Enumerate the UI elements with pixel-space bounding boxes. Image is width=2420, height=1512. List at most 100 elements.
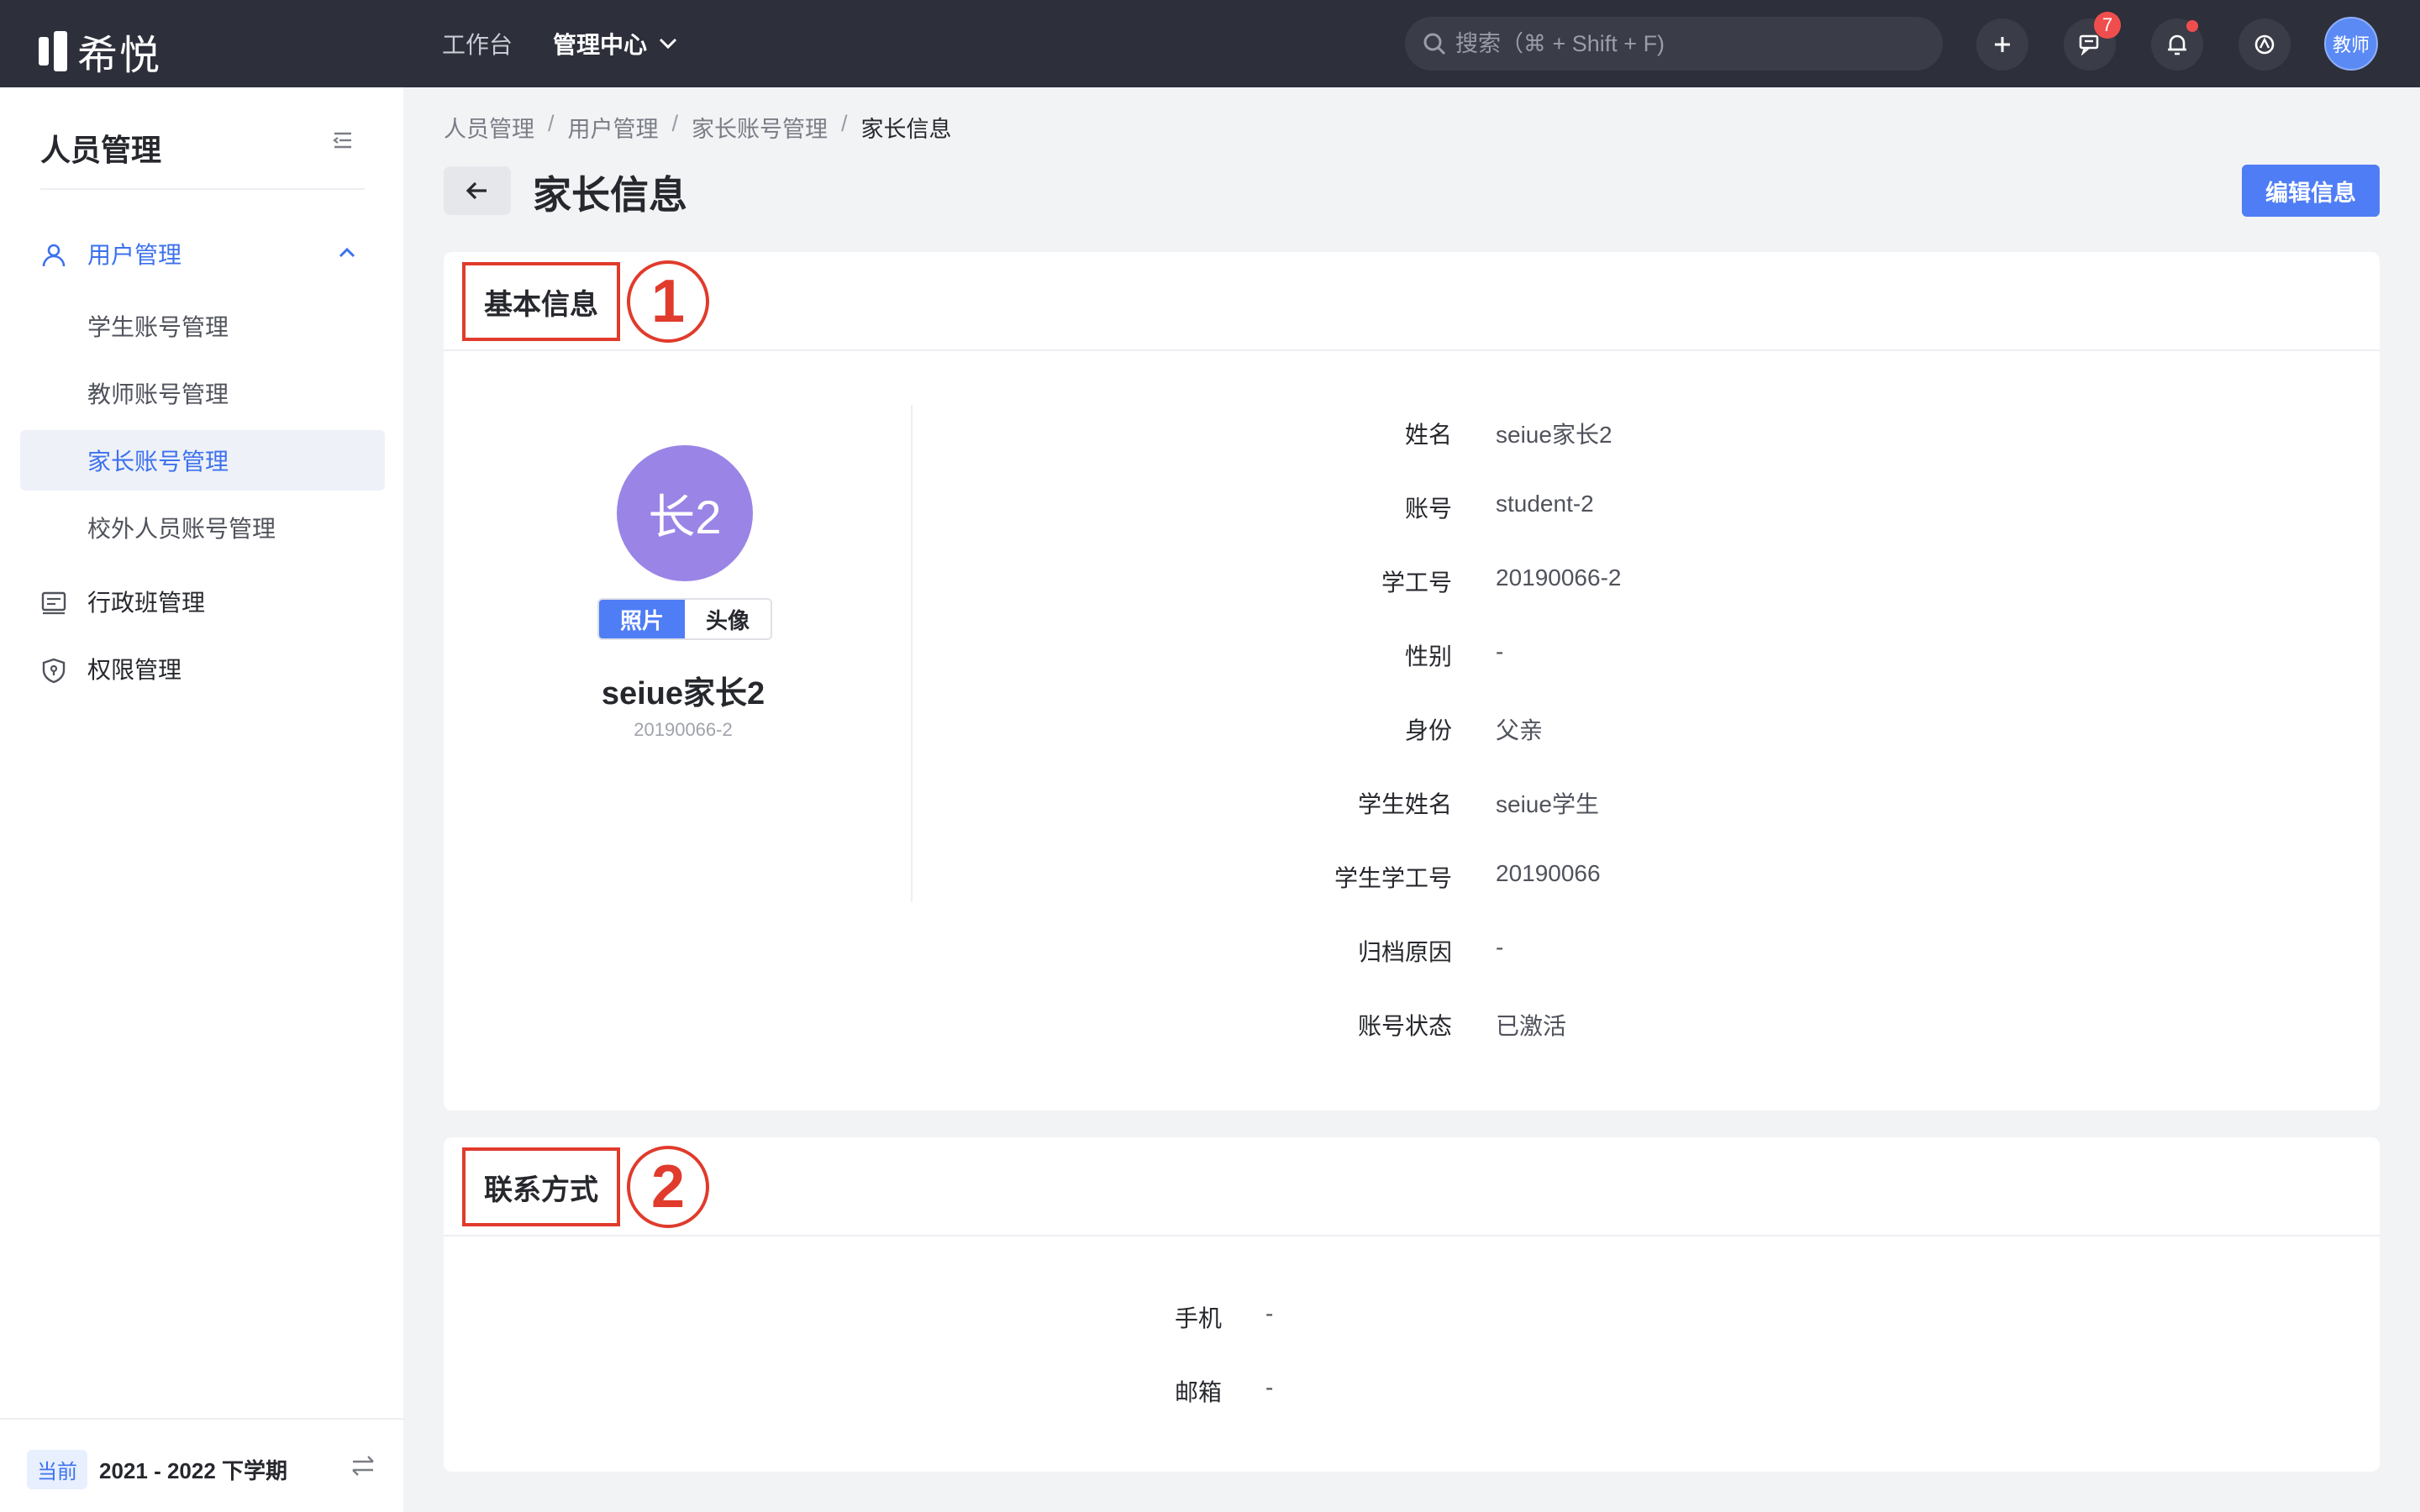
breadcrumb-separator: / (548, 111, 555, 136)
contact-info-header: 联系方式 2 (444, 1137, 2380, 1236)
back-button[interactable] (444, 166, 511, 215)
notification-dot (2186, 20, 2198, 32)
sidebar: 人员管理 用户管理 学生账号管理 教师账号管理 家长账号管理 校外人员账号管理 … (0, 87, 403, 1512)
arrow-left-icon (466, 181, 487, 200)
plus-icon (1995, 37, 2010, 52)
profile-name: seiue家长2 (601, 676, 765, 711)
sidebar-item-label: 用户管理 (87, 242, 182, 268)
photo-tab[interactable]: 照片 (599, 600, 685, 638)
field-label: 性别 (1404, 643, 1452, 669)
logo-icon (39, 31, 67, 71)
chevron-up-icon (339, 247, 355, 258)
field-value: 20190066-2 (1496, 564, 1622, 591)
term-selector[interactable]: 当前 2021 - 2022 下学期 (27, 1450, 287, 1489)
add-button[interactable] (1976, 18, 2028, 71)
collapse-sidebar-button[interactable] (331, 129, 355, 155)
field-label: 账号状态 (1357, 1013, 1452, 1039)
field-label: 手机 (1174, 1305, 1222, 1331)
contact-info-card: 联系方式 2 手机 - 邮箱 - (444, 1137, 2380, 1472)
search-icon (1423, 33, 1446, 55)
annotation-marker-2: 2 (627, 1146, 709, 1228)
profile-divider (911, 405, 913, 902)
breadcrumb-current: 家长信息 (860, 117, 952, 142)
sidebar-footer-divider (0, 1418, 403, 1420)
sidebar-divider (40, 188, 365, 190)
contact-row: 邮箱 - (1129, 1374, 1273, 1408)
messages-button[interactable]: 7 (2064, 12, 2121, 71)
info-row: 身份 父亲 (1284, 712, 1543, 746)
chat-icon (2079, 34, 2099, 55)
field-value: seiue家长2 (1496, 422, 1612, 448)
compass-icon (2254, 34, 2275, 55)
nav-workbench-label: 工作台 (442, 32, 513, 58)
page-title: 家长信息 (533, 173, 687, 217)
field-value: - (1496, 638, 1504, 664)
swap-icon (352, 1456, 374, 1476)
profile-id: 20190066-2 (634, 719, 733, 740)
logo-text: 希悦 (77, 34, 162, 78)
sidebar-item-class-management[interactable]: 行政班管理 (20, 571, 385, 632)
breadcrumb-separator: / (671, 111, 679, 136)
sidebar-item-label: 学生账号管理 (87, 314, 229, 340)
sidebar-item-permission-management[interactable]: 权限管理 (20, 638, 385, 699)
field-value: 已激活 (1496, 1013, 1567, 1039)
message-count-badge: 7 (2094, 12, 2121, 39)
sidebar-item-label: 校外人员账号管理 (87, 516, 276, 542)
field-value: - (1265, 1300, 1274, 1326)
nav-admin-center-label: 管理中心 (553, 32, 648, 58)
field-value: 父亲 (1496, 717, 1544, 743)
basic-info-title: 基本信息 (462, 262, 620, 341)
field-value: - (1496, 934, 1504, 960)
field-label: 账号 (1404, 496, 1452, 522)
edit-info-button[interactable]: 编辑信息 (2242, 165, 2380, 217)
field-label: 邮箱 (1174, 1379, 1222, 1405)
sidebar-item-label: 家长账号管理 (87, 449, 229, 475)
parent-avatar[interactable]: 长2 (617, 445, 753, 581)
sidebar-item-student-accounts[interactable]: 学生账号管理 (20, 296, 385, 356)
search-input[interactable] (1455, 30, 1926, 57)
user-avatar[interactable]: 教师 (2324, 17, 2378, 71)
contact-row: 手机 - (1129, 1300, 1273, 1334)
field-value: 20190066 (1496, 860, 1601, 886)
info-row: 姓名 seiue家长2 (1284, 417, 1612, 450)
sidebar-item-teacher-accounts[interactable]: 教师账号管理 (20, 363, 385, 423)
nav-workbench[interactable]: 工作台 (442, 27, 513, 60)
user-icon (42, 244, 66, 267)
avatar-tab[interactable]: 头像 (685, 600, 771, 638)
field-label: 学生学工号 (1334, 865, 1452, 891)
sidebar-item-label: 教师账号管理 (87, 381, 229, 407)
sidebar-item-label: 行政班管理 (87, 590, 206, 616)
sidebar-item-parent-accounts[interactable]: 家长账号管理 (20, 430, 385, 491)
field-label: 学工号 (1381, 570, 1452, 596)
photo-avatar-toggle: 照片 头像 (597, 598, 772, 640)
field-label: 姓名 (1404, 422, 1452, 448)
class-list-icon (41, 591, 66, 615)
sidebar-item-external-accounts[interactable]: 校外人员账号管理 (20, 497, 385, 558)
info-row: 账号状态 已激活 (1284, 1008, 1566, 1042)
info-row: 性别 - (1284, 638, 1503, 672)
breadcrumb-item[interactable]: 用户管理 (568, 111, 659, 144)
switch-term-button[interactable] (350, 1453, 376, 1483)
app-logo[interactable]: 希悦 (39, 22, 161, 81)
breadcrumb-item[interactable]: 人员管理 (444, 111, 534, 144)
chevron-down-icon (659, 38, 677, 50)
global-search[interactable] (1405, 17, 1943, 71)
sidebar-title: 人员管理 (40, 133, 162, 167)
apps-button[interactable] (2238, 18, 2291, 71)
field-label: 学生姓名 (1357, 791, 1452, 817)
top-nav: 工作台 管理中心 (442, 0, 677, 87)
nav-admin-center[interactable]: 管理中心 (553, 27, 677, 60)
contact-info-title: 联系方式 (462, 1147, 620, 1226)
sidebar-item-user-management[interactable]: 用户管理 (20, 223, 385, 284)
info-row: 学工号 20190066-2 (1284, 564, 1622, 598)
term-current-tag: 当前 (27, 1450, 87, 1489)
sidebar-item-label: 权限管理 (87, 657, 182, 683)
shield-icon (42, 658, 66, 684)
notifications-button[interactable] (2151, 18, 2203, 71)
info-row: 学生姓名 seiue学生 (1284, 786, 1599, 820)
field-label: 身份 (1404, 717, 1452, 743)
breadcrumb-item[interactable]: 家长账号管理 (692, 111, 828, 144)
field-label: 归档原因 (1357, 939, 1452, 965)
term-text: 2021 - 2022 下学期 (99, 1458, 288, 1483)
top-bar: 希悦 工作台 管理中心 7 教师 (0, 0, 2420, 87)
